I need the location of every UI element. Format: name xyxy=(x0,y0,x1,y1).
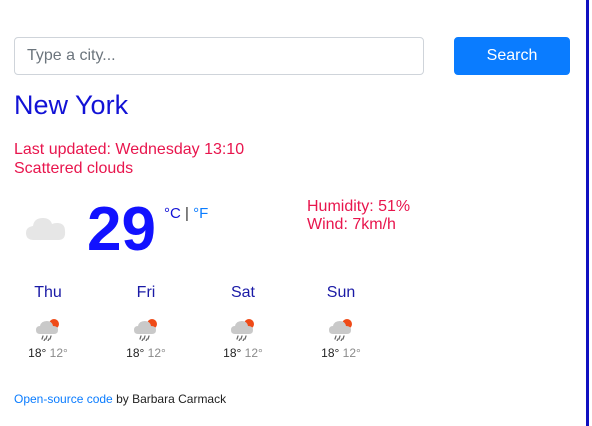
forecast-day: Fri 18° 12° xyxy=(111,284,181,360)
rain-sun-icon xyxy=(231,319,254,341)
cloud-icon xyxy=(26,218,66,240)
rain-sun-icon xyxy=(329,319,352,341)
rain-sun-icon xyxy=(36,319,59,341)
forecast-min-temp: 12° xyxy=(244,346,263,360)
forecast-temps: 18° 12° xyxy=(111,346,181,360)
footer-author: by Barbara Carmack xyxy=(112,392,227,406)
forecast-min-temp: 12° xyxy=(342,346,361,360)
forecast-temps: 18° 12° xyxy=(13,346,83,360)
forecast-max-temp: 18° xyxy=(126,346,145,360)
weather-details: Humidity: 51% Wind: 7km/h xyxy=(307,198,410,234)
page-border xyxy=(586,0,589,426)
unit-toggle: °C | °F xyxy=(164,205,208,223)
forecast-temps: 18° 12° xyxy=(208,346,278,360)
humidity: Humidity: 51% xyxy=(307,198,411,215)
weather-description: Scattered clouds xyxy=(14,160,134,177)
source-code-link[interactable]: Open-source code xyxy=(14,392,113,406)
fahrenheit-link[interactable]: °F xyxy=(193,205,208,222)
forecast-min-temp: 12° xyxy=(49,346,68,360)
forecast-day: Thu 18° 12° xyxy=(13,284,83,360)
celsius-unit: °C xyxy=(164,205,181,222)
forecast-temps: 18° 12° xyxy=(306,346,376,360)
unit-separator: | xyxy=(185,205,189,222)
rain-sun-icon xyxy=(134,319,157,341)
forecast-day: Sun 18° 12° xyxy=(306,284,376,360)
weather-meta: Last updated: Wednesday 13:10 Scattered … xyxy=(14,140,244,178)
forecast-max-temp: 18° xyxy=(321,346,340,360)
wind: Wind: 7km/h xyxy=(307,216,396,233)
city-name: New York xyxy=(14,90,129,120)
footer: Open-source code by Barbara Carmack xyxy=(14,392,226,406)
forecast-day-name: Fri xyxy=(136,284,156,301)
forecast-min-temp: 12° xyxy=(147,346,166,360)
forecast-day: Sat 18° 12° xyxy=(208,284,278,360)
forecast-max-temp: 18° xyxy=(28,346,47,360)
search-button[interactable]: Search xyxy=(454,37,570,75)
city-search-input[interactable] xyxy=(14,37,424,75)
last-updated: Last updated: Wednesday 13:10 xyxy=(14,141,245,158)
current-temperature: 29 xyxy=(87,195,156,264)
forecast-day-name: Sat xyxy=(230,284,255,301)
forecast-day-name: Thu xyxy=(34,284,62,301)
forecast-max-temp: 18° xyxy=(223,346,242,360)
forecast-day-name: Sun xyxy=(326,284,356,301)
